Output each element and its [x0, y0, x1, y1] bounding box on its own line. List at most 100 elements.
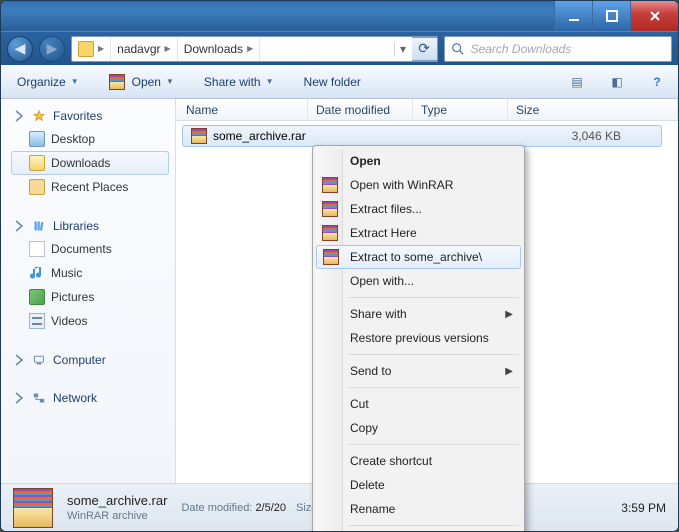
ctx-separator — [348, 297, 519, 298]
ctx-open[interactable]: Open — [316, 149, 521, 173]
sidebar-label: Libraries — [53, 219, 99, 233]
ctx-restore-versions[interactable]: Restore previous versions — [316, 326, 521, 350]
chevron-down-icon: ▼ — [71, 77, 79, 86]
computer-icon — [31, 352, 47, 368]
winrar-icon — [13, 488, 53, 528]
ctx-share-with[interactable]: Share with▶ — [316, 302, 521, 326]
sidebar-item-downloads[interactable]: Downloads — [11, 151, 169, 175]
winrar-icon — [323, 249, 339, 265]
organize-button[interactable]: Organize ▼ — [11, 71, 85, 93]
preview-pane-button[interactable]: ◧ — [606, 75, 628, 89]
help-button[interactable]: ? — [646, 75, 668, 89]
sidebar-item-label: Documents — [51, 242, 112, 256]
chevron-down-icon: ▼ — [266, 77, 274, 86]
view-mode-button[interactable]: ▤ — [566, 75, 588, 89]
sidebar-item-label: Videos — [51, 314, 87, 328]
winrar-icon — [322, 225, 338, 241]
sidebar-item-videos[interactable]: Videos — [11, 309, 169, 333]
ctx-rename[interactable]: Rename — [316, 497, 521, 521]
file-name: some_archive.rar — [213, 129, 306, 143]
toolbar: Organize ▼ Open▼ Share with▼ New folder ▤… — [1, 65, 678, 99]
sidebar-item-documents[interactable]: Documents — [11, 237, 169, 261]
details-date-right: 3:59 PM — [621, 501, 666, 515]
open-button[interactable]: Open▼ — [103, 70, 180, 94]
col-header-date[interactable]: Date modified — [308, 99, 413, 120]
maximize-button[interactable] — [592, 1, 630, 31]
ctx-open-winrar[interactable]: Open with WinRAR — [316, 173, 521, 197]
sidebar-item-label: Desktop — [51, 132, 95, 146]
sidebar-header-favorites[interactable]: Favorites — [11, 105, 175, 127]
search-icon — [451, 42, 465, 56]
address-dropdown-button[interactable]: ▾ — [394, 42, 412, 56]
nav-back-button[interactable]: ◀ — [7, 36, 33, 62]
address-bar[interactable]: ▶ nadavgr ▶ Downloads ▶ ▾ ⟳ — [71, 36, 438, 62]
ctx-extract-here[interactable]: Extract Here — [316, 221, 521, 245]
sidebar-item-label: Recent Places — [51, 180, 128, 194]
search-input[interactable]: Search Downloads — [444, 36, 672, 62]
winrar-icon — [109, 74, 125, 90]
ctx-separator — [348, 444, 519, 445]
ctx-send-to[interactable]: Send to▶ — [316, 359, 521, 383]
col-header-name[interactable]: Name — [176, 99, 308, 120]
details-filetype: WinRAR archive — [67, 510, 167, 522]
ctx-delete[interactable]: Delete — [316, 473, 521, 497]
refresh-button[interactable]: ⟳ — [412, 37, 438, 61]
address-root[interactable]: ▶ — [72, 37, 111, 61]
details-icon — [13, 488, 53, 528]
ctx-cut[interactable]: Cut — [316, 392, 521, 416]
nav-forward-button[interactable]: ▶ — [39, 36, 65, 62]
sidebar-item-desktop[interactable]: Desktop — [11, 127, 169, 151]
chevron-icon — [13, 392, 25, 404]
sidebar-item-recent-places[interactable]: Recent Places — [11, 175, 169, 199]
close-button[interactable] — [630, 1, 678, 31]
sidebar-item-computer[interactable]: Computer — [11, 349, 175, 371]
ctx-extract-to[interactable]: Extract to some_archive\ — [316, 245, 521, 269]
sidebar-item-label: Pictures — [51, 290, 94, 304]
file-row[interactable]: some_archive.rar 3,046 KB — [182, 125, 662, 147]
file-size-cell: 3,046 KB — [509, 129, 661, 143]
address-segment-user[interactable]: nadavgr ▶ — [111, 37, 178, 61]
sidebar-item-music[interactable]: Music — [11, 261, 169, 285]
network-icon — [31, 390, 47, 406]
chevron-right-icon: ▶ — [98, 44, 104, 53]
sidebar-label: Network — [53, 391, 97, 405]
sidebar-label: Computer — [53, 353, 106, 367]
sidebar-item-label: Downloads — [51, 156, 110, 170]
context-menu: Open Open with WinRAR Extract files... E… — [312, 145, 525, 532]
ctx-open-with[interactable]: Open with... — [316, 269, 521, 293]
ctx-extract-files[interactable]: Extract files... — [316, 197, 521, 221]
music-icon — [29, 265, 45, 281]
ctx-separator — [348, 387, 519, 388]
ctx-copy[interactable]: Copy — [316, 416, 521, 440]
sidebar-item-network[interactable]: Network — [11, 387, 175, 409]
refresh-icon: ⟳ — [418, 40, 430, 57]
libraries-icon — [31, 218, 47, 234]
sidebar-item-pictures[interactable]: Pictures — [11, 285, 169, 309]
new-folder-button[interactable]: New folder — [298, 71, 367, 93]
navigation-sidebar: Favorites Desktop Downloads Recent Place… — [1, 99, 176, 483]
sidebar-header-libraries[interactable]: Libraries — [11, 215, 175, 237]
col-header-type[interactable]: Type — [413, 99, 508, 120]
sidebar-group-network: Network — [11, 387, 175, 409]
file-name-cell[interactable]: some_archive.rar — [183, 128, 309, 144]
pictures-icon — [29, 289, 45, 305]
chevron-icon — [13, 354, 25, 366]
share-with-button[interactable]: Share with▼ — [198, 71, 280, 93]
col-header-size[interactable]: Size — [508, 99, 678, 120]
details-filename: some_archive.rar — [67, 493, 167, 508]
window-controls — [554, 1, 678, 31]
winrar-icon — [322, 177, 338, 193]
title-left[interactable] — [1, 1, 554, 31]
chevron-icon — [13, 110, 25, 122]
recent-icon — [29, 179, 45, 195]
sidebar-group-computer: Computer — [11, 349, 175, 371]
folder-icon — [29, 155, 45, 171]
winrar-icon — [191, 128, 207, 144]
address-segment-downloads[interactable]: Downloads ▶ — [178, 37, 261, 61]
minimize-button[interactable] — [554, 1, 592, 31]
ctx-create-shortcut[interactable]: Create shortcut — [316, 449, 521, 473]
winrar-icon — [322, 201, 338, 217]
tb-label: Organize — [17, 75, 66, 89]
submenu-arrow-icon: ▶ — [505, 366, 513, 377]
details-date: Date modified: 2/5/20 — [181, 502, 286, 514]
